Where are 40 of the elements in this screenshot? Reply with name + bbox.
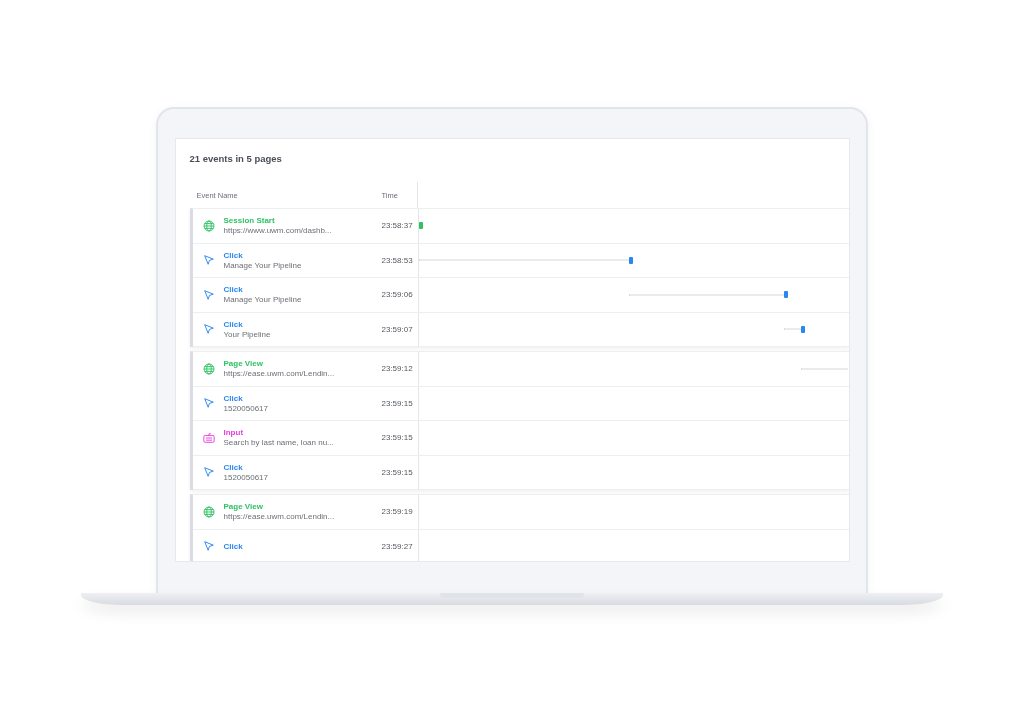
event-time: 23:59:15: [381, 398, 413, 408]
event-time: 23:59:15: [381, 433, 413, 443]
event-name: Click: [223, 250, 244, 260]
event-detail: https://www.uwm.com/dashb...: [223, 226, 332, 236]
event-detail: https://ease.uwm.com/Lendin...: [223, 512, 335, 522]
event-time: 23:59:07: [381, 324, 413, 334]
event-time: 23:59:15: [381, 467, 413, 477]
event-time: 23:59:27: [381, 541, 413, 551]
cursor-icon: [202, 466, 215, 479]
event-name: Click: [223, 319, 244, 329]
event-time: 23:59:19: [381, 507, 413, 517]
event-time: 23:58:53: [381, 255, 413, 265]
globe-icon: [202, 219, 215, 232]
cursor-icon: [202, 540, 215, 553]
keyboard-icon: [202, 431, 215, 444]
cursor-icon: [202, 254, 215, 267]
event-time: 23:58:37: [381, 221, 413, 231]
event-detail: Manage Your Pipeline: [223, 295, 302, 305]
globe-icon: [202, 362, 215, 375]
event-name: Page View: [223, 502, 264, 512]
event-detail: Your Pipeline: [223, 329, 271, 339]
event-name: Click: [223, 462, 244, 472]
event-name: Click: [223, 541, 243, 551]
event-detail: 1520050617: [223, 403, 268, 413]
cursor-icon: [202, 397, 215, 410]
event-detail: https://ease.uwm.com/Lendin...: [223, 369, 335, 379]
event-name: Page View: [223, 359, 264, 369]
event-name: Click: [223, 285, 244, 295]
cursor-icon: [202, 323, 215, 336]
event-time: 23:59:12: [381, 364, 413, 374]
event-detail: Search by last name, loan nu...: [223, 438, 334, 448]
cursor-icon: [202, 288, 215, 301]
event-name: Session Start: [223, 216, 276, 226]
event-time: 23:59:06: [381, 290, 413, 300]
globe-icon: [202, 505, 215, 518]
event-detail: Manage Your Pipeline: [223, 260, 302, 270]
event-name: Input: [223, 428, 245, 438]
event-detail: 1520050617: [223, 472, 268, 482]
events-summary: 21 events in 5 pages: [189, 153, 283, 164]
event-name: Click: [223, 393, 244, 403]
